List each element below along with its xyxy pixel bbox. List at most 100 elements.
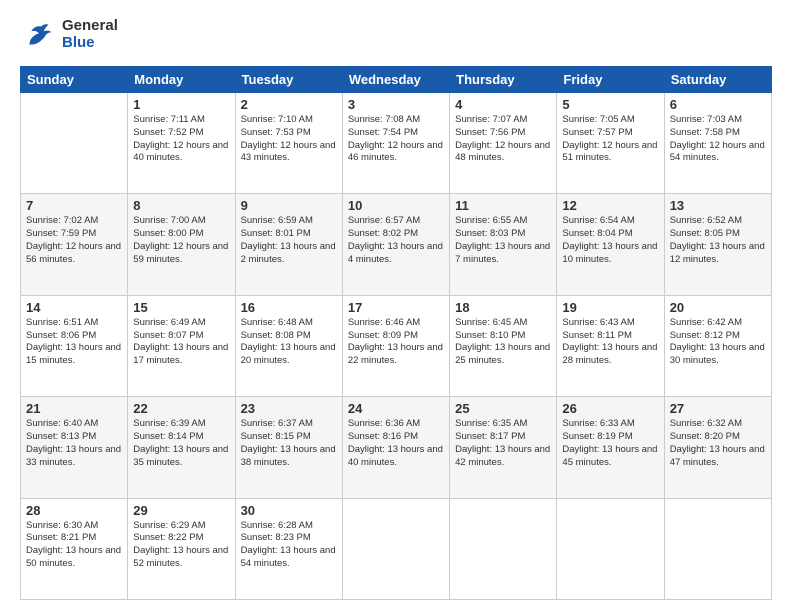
day-info: Sunrise: 7:03 AMSunset: 7:58 PMDaylight:… [670, 114, 766, 165]
day-number: 7 [26, 198, 122, 213]
calendar-cell: 26 Sunrise: 6:33 AMSunset: 8:19 PMDayligh… [557, 397, 664, 498]
day-number: 12 [562, 198, 658, 213]
day-info: Sunrise: 6:46 AMSunset: 8:09 PMDaylight:… [348, 317, 444, 368]
day-number: 2 [241, 97, 337, 112]
calendar-cell: 14 Sunrise: 6:51 AMSunset: 8:06 PMDayligh… [21, 295, 128, 396]
day-number: 19 [562, 300, 658, 315]
weekday-header-tuesday: Tuesday [235, 67, 342, 93]
day-number: 21 [26, 401, 122, 416]
calendar-cell: 28Sunrise: 6:30 AMSunset: 8:21 PMDayligh… [21, 498, 128, 599]
calendar-cell: 6 Sunrise: 7:03 AMSunset: 7:58 PMDaylight… [664, 93, 771, 194]
day-info: Sunrise: 6:28 AMSunset: 8:23 PMDaylight:… [241, 520, 337, 571]
calendar-cell [342, 498, 449, 599]
day-number: 27 [670, 401, 766, 416]
calendar-cell: 17 Sunrise: 6:46 AMSunset: 8:09 PMDayligh… [342, 295, 449, 396]
day-number: 18 [455, 300, 551, 315]
calendar-cell: 1Sunrise: 7:11 AMSunset: 7:52 PMDaylight… [128, 93, 235, 194]
header: General Blue [20, 18, 772, 56]
weekday-header-row: SundayMondayTuesdayWednesdayThursdayFrid… [21, 67, 772, 93]
calendar-table: SundayMondayTuesdayWednesdayThursdayFrid… [20, 66, 772, 600]
calendar-cell [21, 93, 128, 194]
calendar-cell: 16 Sunrise: 6:48 AMSunset: 8:08 PMDayligh… [235, 295, 342, 396]
calendar-cell: 13 Sunrise: 6:52 AMSunset: 8:05 PMDayligh… [664, 194, 771, 295]
calendar-cell: 7 Sunrise: 7:02 AMSunset: 7:59 PMDaylight… [21, 194, 128, 295]
day-number: 25 [455, 401, 551, 416]
day-number: 13 [670, 198, 766, 213]
weekday-header-thursday: Thursday [450, 67, 557, 93]
calendar-cell: 19Sunrise: 6:43 AMSunset: 8:11 PMDayligh… [557, 295, 664, 396]
calendar-cell: 21 Sunrise: 6:40 AMSunset: 8:13 PMDayligh… [21, 397, 128, 498]
day-number: 3 [348, 97, 444, 112]
calendar-cell: 5Sunrise: 7:05 AMSunset: 7:57 PMDaylight… [557, 93, 664, 194]
day-info: Sunrise: 6:55 AMSunset: 8:03 PMDaylight:… [455, 215, 551, 266]
calendar-cell: 22Sunrise: 6:39 AMSunset: 8:14 PMDayligh… [128, 397, 235, 498]
day-number: 20 [670, 300, 766, 315]
logo-blue-text: Blue [62, 35, 118, 52]
weekday-header-wednesday: Wednesday [342, 67, 449, 93]
weekday-header-sunday: Sunday [21, 67, 128, 93]
day-info: Sunrise: 6:59 AMSunset: 8:01 PMDaylight:… [241, 215, 337, 266]
logo-icon [20, 18, 58, 56]
weekday-header-friday: Friday [557, 67, 664, 93]
day-info: Sunrise: 6:51 AMSunset: 8:06 PMDaylight:… [26, 317, 122, 368]
day-number: 11 [455, 198, 551, 213]
weekday-header-monday: Monday [128, 67, 235, 93]
day-info: Sunrise: 7:11 AMSunset: 7:52 PMDaylight:… [133, 114, 229, 165]
day-number: 17 [348, 300, 444, 315]
day-number: 30 [241, 503, 337, 518]
week-row-1: 1Sunrise: 7:11 AMSunset: 7:52 PMDaylight… [21, 93, 772, 194]
day-info: Sunrise: 6:32 AMSunset: 8:20 PMDaylight:… [670, 418, 766, 469]
weekday-header-saturday: Saturday [664, 67, 771, 93]
day-info: Sunrise: 7:10 AMSunset: 7:53 PMDaylight:… [241, 114, 337, 165]
day-number: 10 [348, 198, 444, 213]
calendar-cell: 4 Sunrise: 7:07 AMSunset: 7:56 PMDaylight… [450, 93, 557, 194]
week-row-3: 14 Sunrise: 6:51 AMSunset: 8:06 PMDayligh… [21, 295, 772, 396]
calendar-cell: 3 Sunrise: 7:08 AMSunset: 7:54 PMDaylight… [342, 93, 449, 194]
calendar-cell: 23 Sunrise: 6:37 AMSunset: 8:15 PMDayligh… [235, 397, 342, 498]
day-info: Sunrise: 6:36 AMSunset: 8:16 PMDaylight:… [348, 418, 444, 469]
calendar-cell [557, 498, 664, 599]
week-row-2: 7 Sunrise: 7:02 AMSunset: 7:59 PMDaylight… [21, 194, 772, 295]
calendar-cell: 12 Sunrise: 6:54 AMSunset: 8:04 PMDayligh… [557, 194, 664, 295]
calendar-cell [450, 498, 557, 599]
calendar-cell: 29 Sunrise: 6:29 AMSunset: 8:22 PMDayligh… [128, 498, 235, 599]
calendar-cell [664, 498, 771, 599]
day-info: Sunrise: 6:49 AMSunset: 8:07 PMDaylight:… [133, 317, 229, 368]
day-info: Sunrise: 6:35 AMSunset: 8:17 PMDaylight:… [455, 418, 551, 469]
day-number: 16 [241, 300, 337, 315]
day-info: Sunrise: 7:02 AMSunset: 7:59 PMDaylight:… [26, 215, 122, 266]
page: General Blue SundayMondayTuesdayWednesda… [0, 0, 792, 612]
week-row-4: 21 Sunrise: 6:40 AMSunset: 8:13 PMDayligh… [21, 397, 772, 498]
day-info: Sunrise: 7:08 AMSunset: 7:54 PMDaylight:… [348, 114, 444, 165]
day-number: 24 [348, 401, 444, 416]
day-info: Sunrise: 6:37 AMSunset: 8:15 PMDaylight:… [241, 418, 337, 469]
calendar-cell: 25 Sunrise: 6:35 AMSunset: 8:17 PMDayligh… [450, 397, 557, 498]
day-info: Sunrise: 6:52 AMSunset: 8:05 PMDaylight:… [670, 215, 766, 266]
day-number: 4 [455, 97, 551, 112]
day-info: Sunrise: 6:29 AMSunset: 8:22 PMDaylight:… [133, 520, 229, 571]
day-number: 9 [241, 198, 337, 213]
week-row-5: 28Sunrise: 6:30 AMSunset: 8:21 PMDayligh… [21, 498, 772, 599]
day-info: Sunrise: 6:48 AMSunset: 8:08 PMDaylight:… [241, 317, 337, 368]
calendar-cell: 20Sunrise: 6:42 AMSunset: 8:12 PMDayligh… [664, 295, 771, 396]
logo-general-text: General [62, 18, 118, 35]
calendar-cell: 10 Sunrise: 6:57 AMSunset: 8:02 PMDayligh… [342, 194, 449, 295]
day-info: Sunrise: 6:33 AMSunset: 8:19 PMDaylight:… [562, 418, 658, 469]
calendar-cell: 30 Sunrise: 6:28 AMSunset: 8:23 PMDayligh… [235, 498, 342, 599]
logo: General Blue [20, 18, 118, 56]
day-number: 26 [562, 401, 658, 416]
day-number: 6 [670, 97, 766, 112]
calendar-cell: 9 Sunrise: 6:59 AMSunset: 8:01 PMDaylight… [235, 194, 342, 295]
day-info: Sunrise: 7:07 AMSunset: 7:56 PMDaylight:… [455, 114, 551, 165]
day-number: 14 [26, 300, 122, 315]
calendar-cell: 15 Sunrise: 6:49 AMSunset: 8:07 PMDayligh… [128, 295, 235, 396]
day-info: Sunrise: 6:57 AMSunset: 8:02 PMDaylight:… [348, 215, 444, 266]
day-info: Sunrise: 6:54 AMSunset: 8:04 PMDaylight:… [562, 215, 658, 266]
day-number: 29 [133, 503, 229, 518]
calendar-cell: 8Sunrise: 7:00 AMSunset: 8:00 PMDaylight… [128, 194, 235, 295]
day-info: Sunrise: 6:39 AMSunset: 8:14 PMDaylight:… [133, 418, 229, 469]
day-number: 23 [241, 401, 337, 416]
day-info: Sunrise: 6:40 AMSunset: 8:13 PMDaylight:… [26, 418, 122, 469]
calendar-cell: 18Sunrise: 6:45 AMSunset: 8:10 PMDayligh… [450, 295, 557, 396]
day-number: 15 [133, 300, 229, 315]
